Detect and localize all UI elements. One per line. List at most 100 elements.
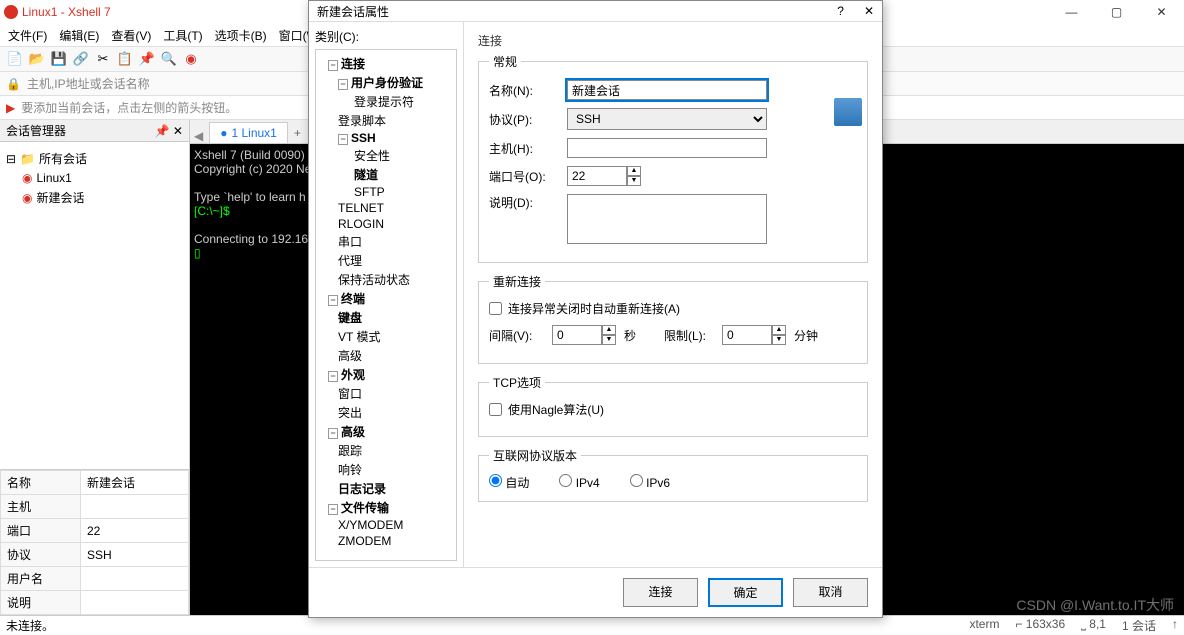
maximize-button[interactable]: ▢ xyxy=(1094,0,1139,24)
radio-auto[interactable]: 自动 xyxy=(489,474,529,491)
statusbar: 未连接。 xterm ⌐ 163x36 ⎵ 8,1 1 会话 ↑ xyxy=(0,615,1184,635)
tab-prev-icon[interactable]: ◀ xyxy=(190,129,207,143)
menu-tools[interactable]: 工具(T) xyxy=(163,27,202,44)
cat-ssh[interactable]: −SSH xyxy=(318,130,454,146)
radio-ipv6[interactable]: IPv6 xyxy=(630,474,670,491)
minutes-label: 分钟 xyxy=(794,327,818,344)
cat-telnet[interactable]: TELNET xyxy=(318,200,454,216)
cat-sftp[interactable]: SFTP xyxy=(318,184,454,200)
copy-icon[interactable]: 📋 xyxy=(116,50,134,68)
ipver-legend: 互联网协议版本 xyxy=(489,447,581,464)
radio-ipv4[interactable]: IPv4 xyxy=(559,474,599,491)
cat-keepalive[interactable]: 保持活动状态 xyxy=(318,270,454,289)
menu-file[interactable]: 文件(F) xyxy=(8,27,47,44)
table-row: 用户名 xyxy=(1,567,189,591)
cat-serial[interactable]: 串口 xyxy=(318,232,454,251)
reconnect-legend: 重新连接 xyxy=(489,273,545,290)
limit-input[interactable] xyxy=(722,325,772,345)
cat-proxy[interactable]: 代理 xyxy=(318,251,454,270)
cat-login-script[interactable]: 登录脚本 xyxy=(318,111,454,130)
cat-connection[interactable]: −连接 xyxy=(318,54,454,73)
protocol-select[interactable]: SSH xyxy=(567,108,767,130)
cat-highlight[interactable]: 突出 xyxy=(318,403,454,422)
table-row: 端口22 xyxy=(1,519,189,543)
save-icon[interactable]: 💾 xyxy=(50,50,68,68)
addressbar-hint[interactable]: 主机,IP地址或会话名称 xyxy=(27,75,150,92)
cat-window[interactable]: 窗口 xyxy=(318,384,454,403)
session-manager-panel: 会话管理器 📌 ✕ ⊟ 📁 所有会话 ◉ Linux1 ◉ 新建会话 名称新建会… xyxy=(0,120,190,615)
tab-linux1[interactable]: ● 1 Linux1 xyxy=(209,122,288,143)
new-icon[interactable]: 📄 xyxy=(6,50,24,68)
host-input[interactable] xyxy=(567,138,767,158)
menu-view[interactable]: 查看(V) xyxy=(111,27,151,44)
table-row: 说明 xyxy=(1,591,189,615)
ipver-group: 互联网协议版本 自动 IPv4 IPv6 xyxy=(478,447,868,502)
desc-input[interactable] xyxy=(567,194,767,244)
session-icon: ◉ xyxy=(22,171,32,185)
cat-appearance[interactable]: −外观 xyxy=(318,365,454,384)
cat-vtmode[interactable]: VT 模式 xyxy=(318,327,454,346)
cat-xymodem[interactable]: X/YMODEM xyxy=(318,517,454,533)
name-input[interactable] xyxy=(567,80,767,100)
cat-terminal[interactable]: −终端 xyxy=(318,289,454,308)
open-icon[interactable]: 📂 xyxy=(28,50,46,68)
limit-label: 限制(L): xyxy=(664,327,714,344)
cat-bell[interactable]: 响铃 xyxy=(318,460,454,479)
cat-login-prompt[interactable]: 登录提示符 xyxy=(318,92,454,111)
general-group: 常规 名称(N): 协议(P): SSH 主机(H): 端口号(O): xyxy=(478,53,868,263)
window-title: Linux1 - Xshell 7 xyxy=(22,5,111,19)
dialog-buttons: 连接 确定 取消 xyxy=(309,567,882,617)
dialog-close-button[interactable]: ✕ xyxy=(864,4,874,18)
panel-pin-icon[interactable]: 📌 ✕ xyxy=(155,124,183,138)
cat-advanced2[interactable]: −高级 xyxy=(318,422,454,441)
form-panel: 连接 常规 名称(N): 协议(P): SSH 主机(H): 端口号(O): xyxy=(464,22,882,567)
nagle-checkbox[interactable] xyxy=(489,403,502,416)
cat-security[interactable]: 安全性 xyxy=(318,146,454,165)
xshell-icon[interactable]: ◉ xyxy=(182,50,200,68)
paste-icon[interactable]: 📌 xyxy=(138,50,156,68)
connect-button[interactable]: 连接 xyxy=(623,578,698,607)
help-button[interactable]: ? xyxy=(837,4,844,18)
minimize-button[interactable]: — xyxy=(1049,0,1094,24)
cat-keyboard[interactable]: 键盘 xyxy=(318,308,454,327)
port-up-icon[interactable]: ▲ xyxy=(627,166,641,176)
session-item-new[interactable]: ◉ 新建会话 xyxy=(6,187,183,208)
folder-icon: 📁 xyxy=(20,152,35,166)
menu-tabs[interactable]: 选项卡(B) xyxy=(215,27,267,44)
cat-rlogin[interactable]: RLOGIN xyxy=(318,216,454,232)
cat-trace[interactable]: 跟踪 xyxy=(318,441,454,460)
tree-root[interactable]: ⊟ 📁 所有会话 xyxy=(6,148,183,169)
session-item-linux1[interactable]: ◉ Linux1 xyxy=(6,169,183,187)
dialog-titlebar: 新建会话属性 ? ✕ xyxy=(309,1,882,22)
cat-auth[interactable]: −用户身份验证 xyxy=(318,73,454,92)
tab-add-button[interactable]: + xyxy=(288,123,307,143)
cat-zmodem[interactable]: ZMODEM xyxy=(318,533,454,549)
session-tree: ⊟ 📁 所有会话 ◉ Linux1 ◉ 新建会话 xyxy=(0,142,189,214)
cat-filetransfer[interactable]: −文件传输 xyxy=(318,498,454,517)
cat-logging[interactable]: 日志记录 xyxy=(318,479,454,498)
name-label: 名称(N): xyxy=(489,82,559,99)
category-tree[interactable]: −连接 −用户身份验证 登录提示符 登录脚本 −SSH 安全性 隧道 SFTP … xyxy=(315,49,457,561)
cat-advanced[interactable]: 高级 xyxy=(318,346,454,365)
status-sessions: 1 会话 xyxy=(1122,617,1156,634)
dialog-title: 新建会话属性 xyxy=(317,3,389,20)
collapse-icon[interactable]: ⊟ xyxy=(6,152,16,166)
find-icon[interactable]: 🔍 xyxy=(160,50,178,68)
cancel-button[interactable]: 取消 xyxy=(793,578,868,607)
tcp-group: TCP选项 使用Nagle算法(U) xyxy=(478,374,868,437)
auto-reconnect-checkbox[interactable] xyxy=(489,302,502,315)
port-down-icon[interactable]: ▼ xyxy=(627,176,641,186)
session-manager-title: 会话管理器 xyxy=(6,122,66,139)
protocol-label: 协议(P): xyxy=(489,111,559,128)
port-input[interactable] xyxy=(567,166,627,186)
interval-input[interactable] xyxy=(552,325,602,345)
disconnect-icon[interactable]: ✂ xyxy=(94,50,112,68)
nagle-label: 使用Nagle算法(U) xyxy=(508,401,604,418)
cat-tunnel[interactable]: 隧道 xyxy=(318,165,454,184)
ok-button[interactable]: 确定 xyxy=(708,578,783,607)
close-button[interactable]: ✕ xyxy=(1139,0,1184,24)
connect-icon[interactable]: 🔗 xyxy=(72,50,90,68)
session-manager-header: 会话管理器 📌 ✕ xyxy=(0,120,189,142)
menu-edit[interactable]: 编辑(E) xyxy=(59,27,99,44)
host-label: 主机(H): xyxy=(489,140,559,157)
